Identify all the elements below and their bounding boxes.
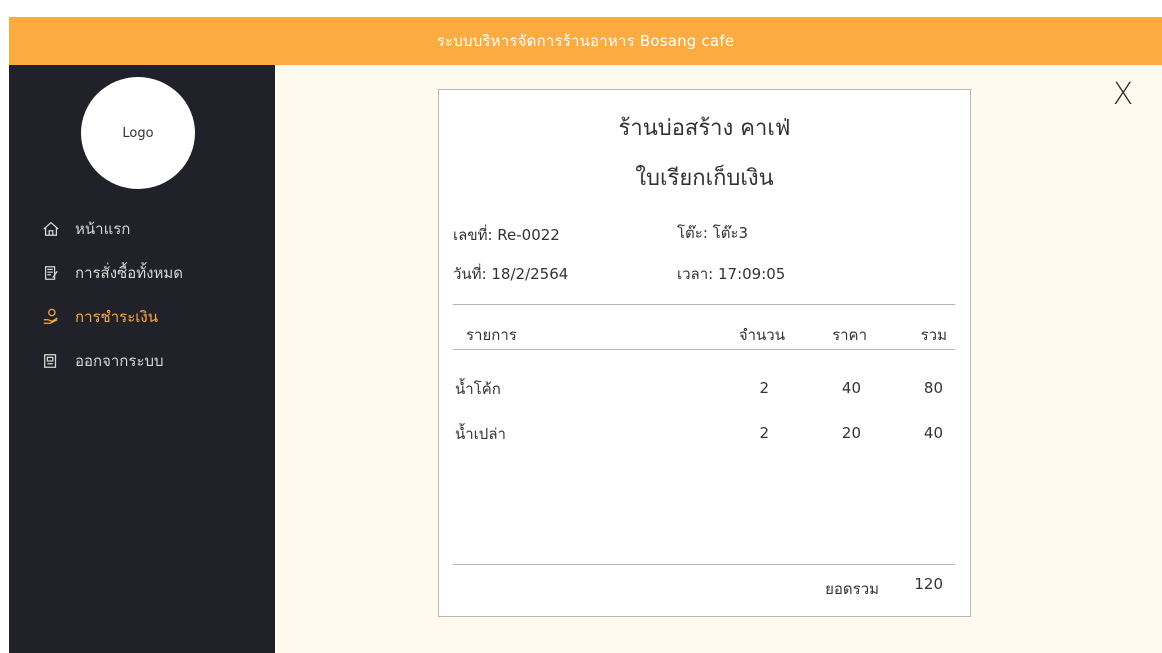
orders-icon (41, 263, 61, 283)
sidebar: Logo หน้าแรก การสั่งซื้อทั้งหมด การชำระเ… (9, 65, 275, 653)
receipt-title: ใบเรียกเก็บเงิน (635, 166, 774, 191)
shop-name: ร้านบ่อสร้าง คาเฟ่ (618, 116, 791, 141)
logo: Logo (81, 77, 195, 189)
row-price: 40 (841, 379, 861, 397)
sidebar-item-label: หน้าแรก (75, 220, 131, 238)
sidebar-item-home[interactable]: หน้าแรก (41, 207, 183, 251)
divider (453, 304, 955, 305)
sidebar-item-logout[interactable]: ออกจากระบบ (41, 339, 183, 383)
row-item: น้ำเปล่า (455, 425, 506, 443)
receipt-number: เลขที่: Re-0022 (453, 226, 560, 244)
table-number: โต๊ะ: โต๊ะ3 (677, 224, 749, 242)
header-bar: ระบบบริหารจัดการร้านอาหาร Bosang cafe (9, 17, 1162, 65)
grand-total-value: 120 (914, 575, 943, 593)
sidebar-item-orders[interactable]: การสั่งซื้อทั้งหมด (41, 251, 183, 295)
divider (453, 564, 955, 565)
row-qty: 2 (759, 379, 769, 397)
home-icon (41, 219, 61, 239)
column-header-qty: จำนวน (738, 326, 785, 344)
logout-icon (41, 351, 61, 371)
receipt-date: วันที่: 18/2/2564 (453, 265, 569, 283)
receipt: ร้านบ่อสร้าง คาเฟ่ ใบเรียกเก็บเงิน เลขที… (438, 89, 971, 617)
app-title: ระบบบริหารจัดการร้านอาหาร Bosang cafe (436, 32, 735, 50)
row-qty: 2 (759, 424, 769, 442)
grand-total-label: ยอดรวม (825, 580, 879, 598)
row-item: น้ำโค้ก (455, 380, 501, 398)
sidebar-item-label: การสั่งซื้อทั้งหมด (75, 264, 183, 282)
sidebar-item-label: การชำระเงิน (75, 308, 158, 326)
column-header-price: ราคา (832, 326, 867, 344)
row-price: 20 (841, 424, 861, 442)
sidebar-item-payment[interactable]: การชำระเงิน (41, 295, 183, 339)
close-button[interactable]: X (1108, 78, 1138, 112)
sidebar-nav: หน้าแรก การสั่งซื้อทั้งหมด การชำระเงิน อ… (41, 207, 183, 383)
divider (453, 349, 955, 350)
row-total: 80 (923, 379, 943, 397)
row-total: 40 (923, 424, 943, 442)
payment-icon (41, 307, 61, 327)
column-header-item: รายการ (466, 326, 517, 344)
column-header-total: รวม (920, 326, 947, 344)
sidebar-item-label: ออกจากระบบ (75, 352, 164, 370)
receipt-time: เวลา: 17:09:05 (677, 265, 786, 283)
